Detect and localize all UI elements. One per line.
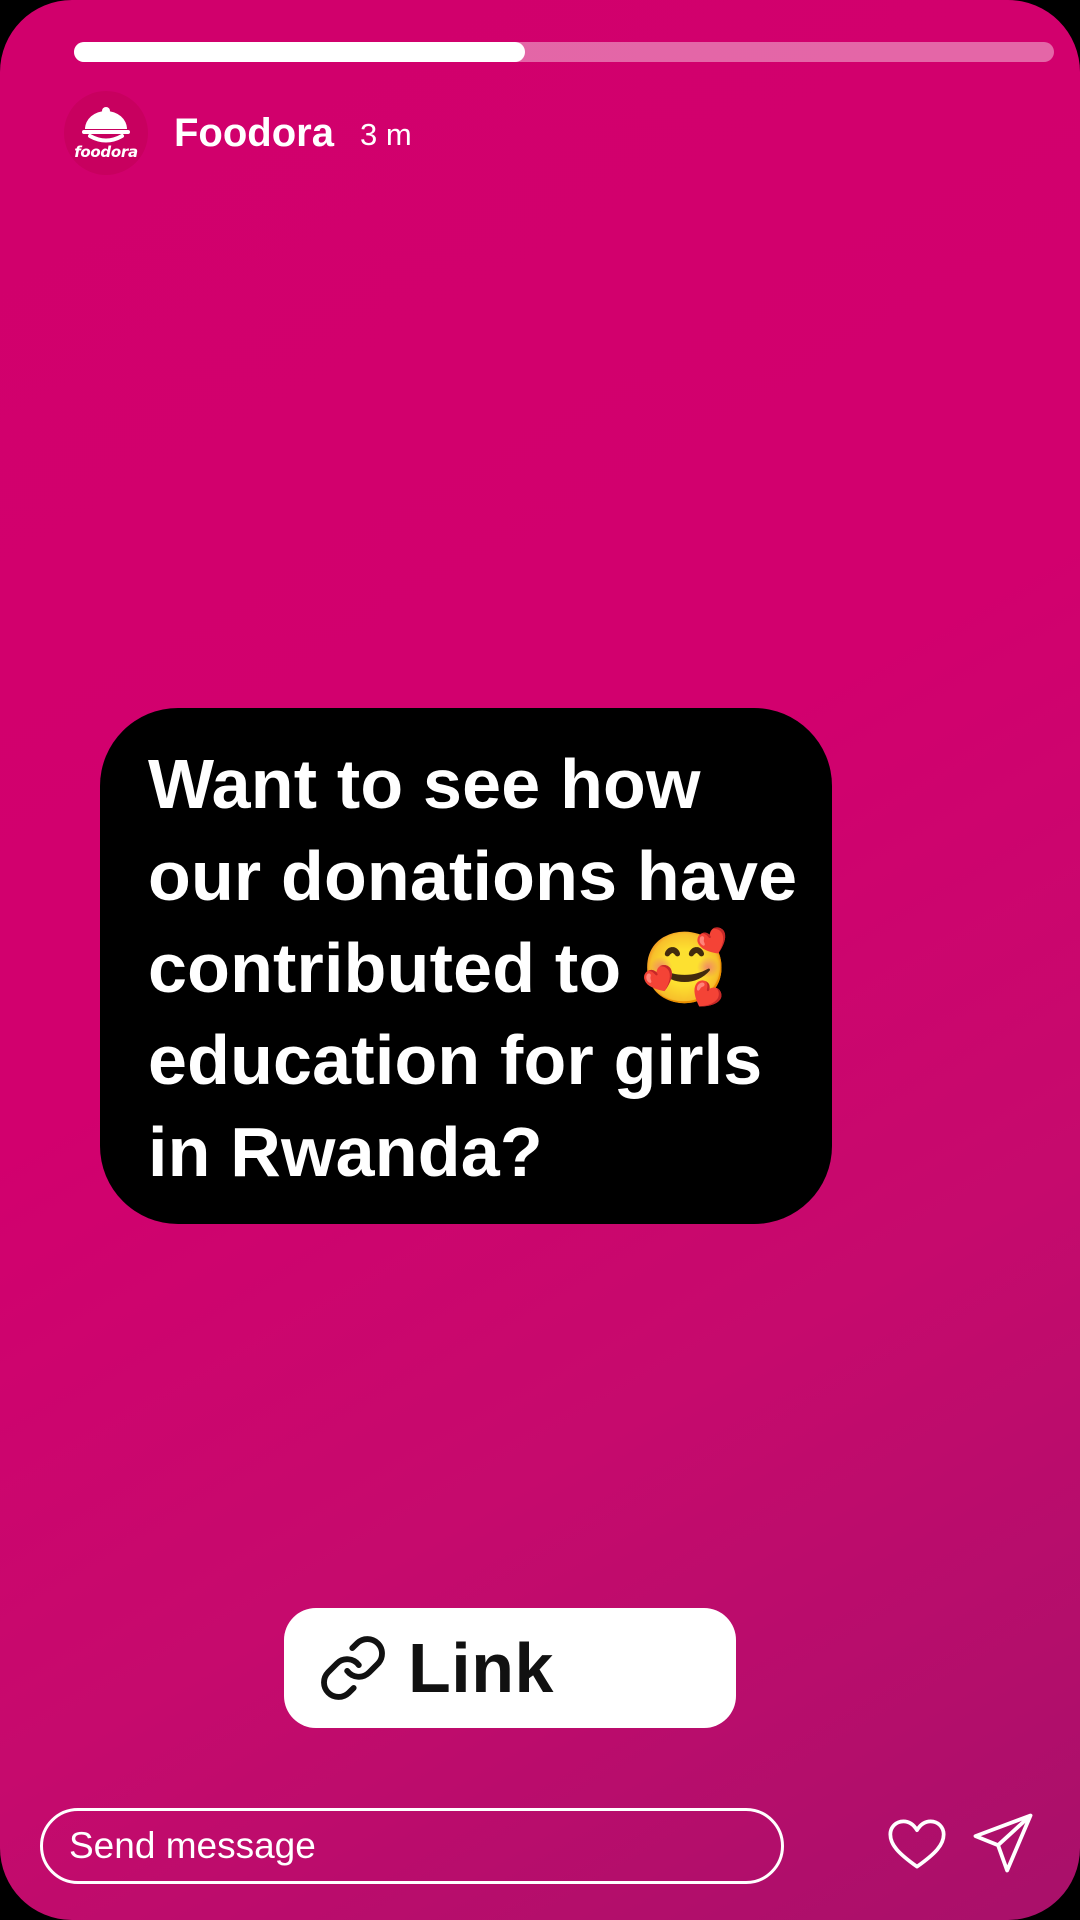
smiling-face-with-hearts-icon: 🥰 xyxy=(640,929,729,1007)
heart-icon xyxy=(888,1819,946,1869)
question-card: Want to see how our donations have contr… xyxy=(100,708,832,1224)
story-view[interactable]: foodora Foodora 3 m Want to see how our … xyxy=(0,0,1080,1920)
story-progress-fill xyxy=(74,42,525,62)
link-sticker[interactable]: Link xyxy=(284,1608,736,1728)
story-timestamp: 3 m xyxy=(359,117,412,152)
question-text: Want to see how our donations have contr… xyxy=(148,738,812,1198)
cloche-logo-icon xyxy=(82,107,130,143)
logo-wordmark: foodora xyxy=(74,143,138,161)
account-avatar[interactable]: foodora xyxy=(64,91,148,175)
account-name[interactable]: Foodora xyxy=(174,111,334,156)
link-sticker-label: Link xyxy=(408,1629,554,1707)
story-progress-bar xyxy=(74,42,1054,62)
share-button[interactable] xyxy=(970,1808,1036,1878)
paper-plane-icon xyxy=(973,1813,1033,1873)
link-chain-icon xyxy=(321,1636,385,1700)
story-header: foodora Foodora 3 m xyxy=(64,90,412,176)
like-button[interactable] xyxy=(884,1812,950,1876)
question-text-end: education for girls in Rwanda? xyxy=(148,1021,763,1191)
send-message-input[interactable] xyxy=(40,1808,784,1884)
